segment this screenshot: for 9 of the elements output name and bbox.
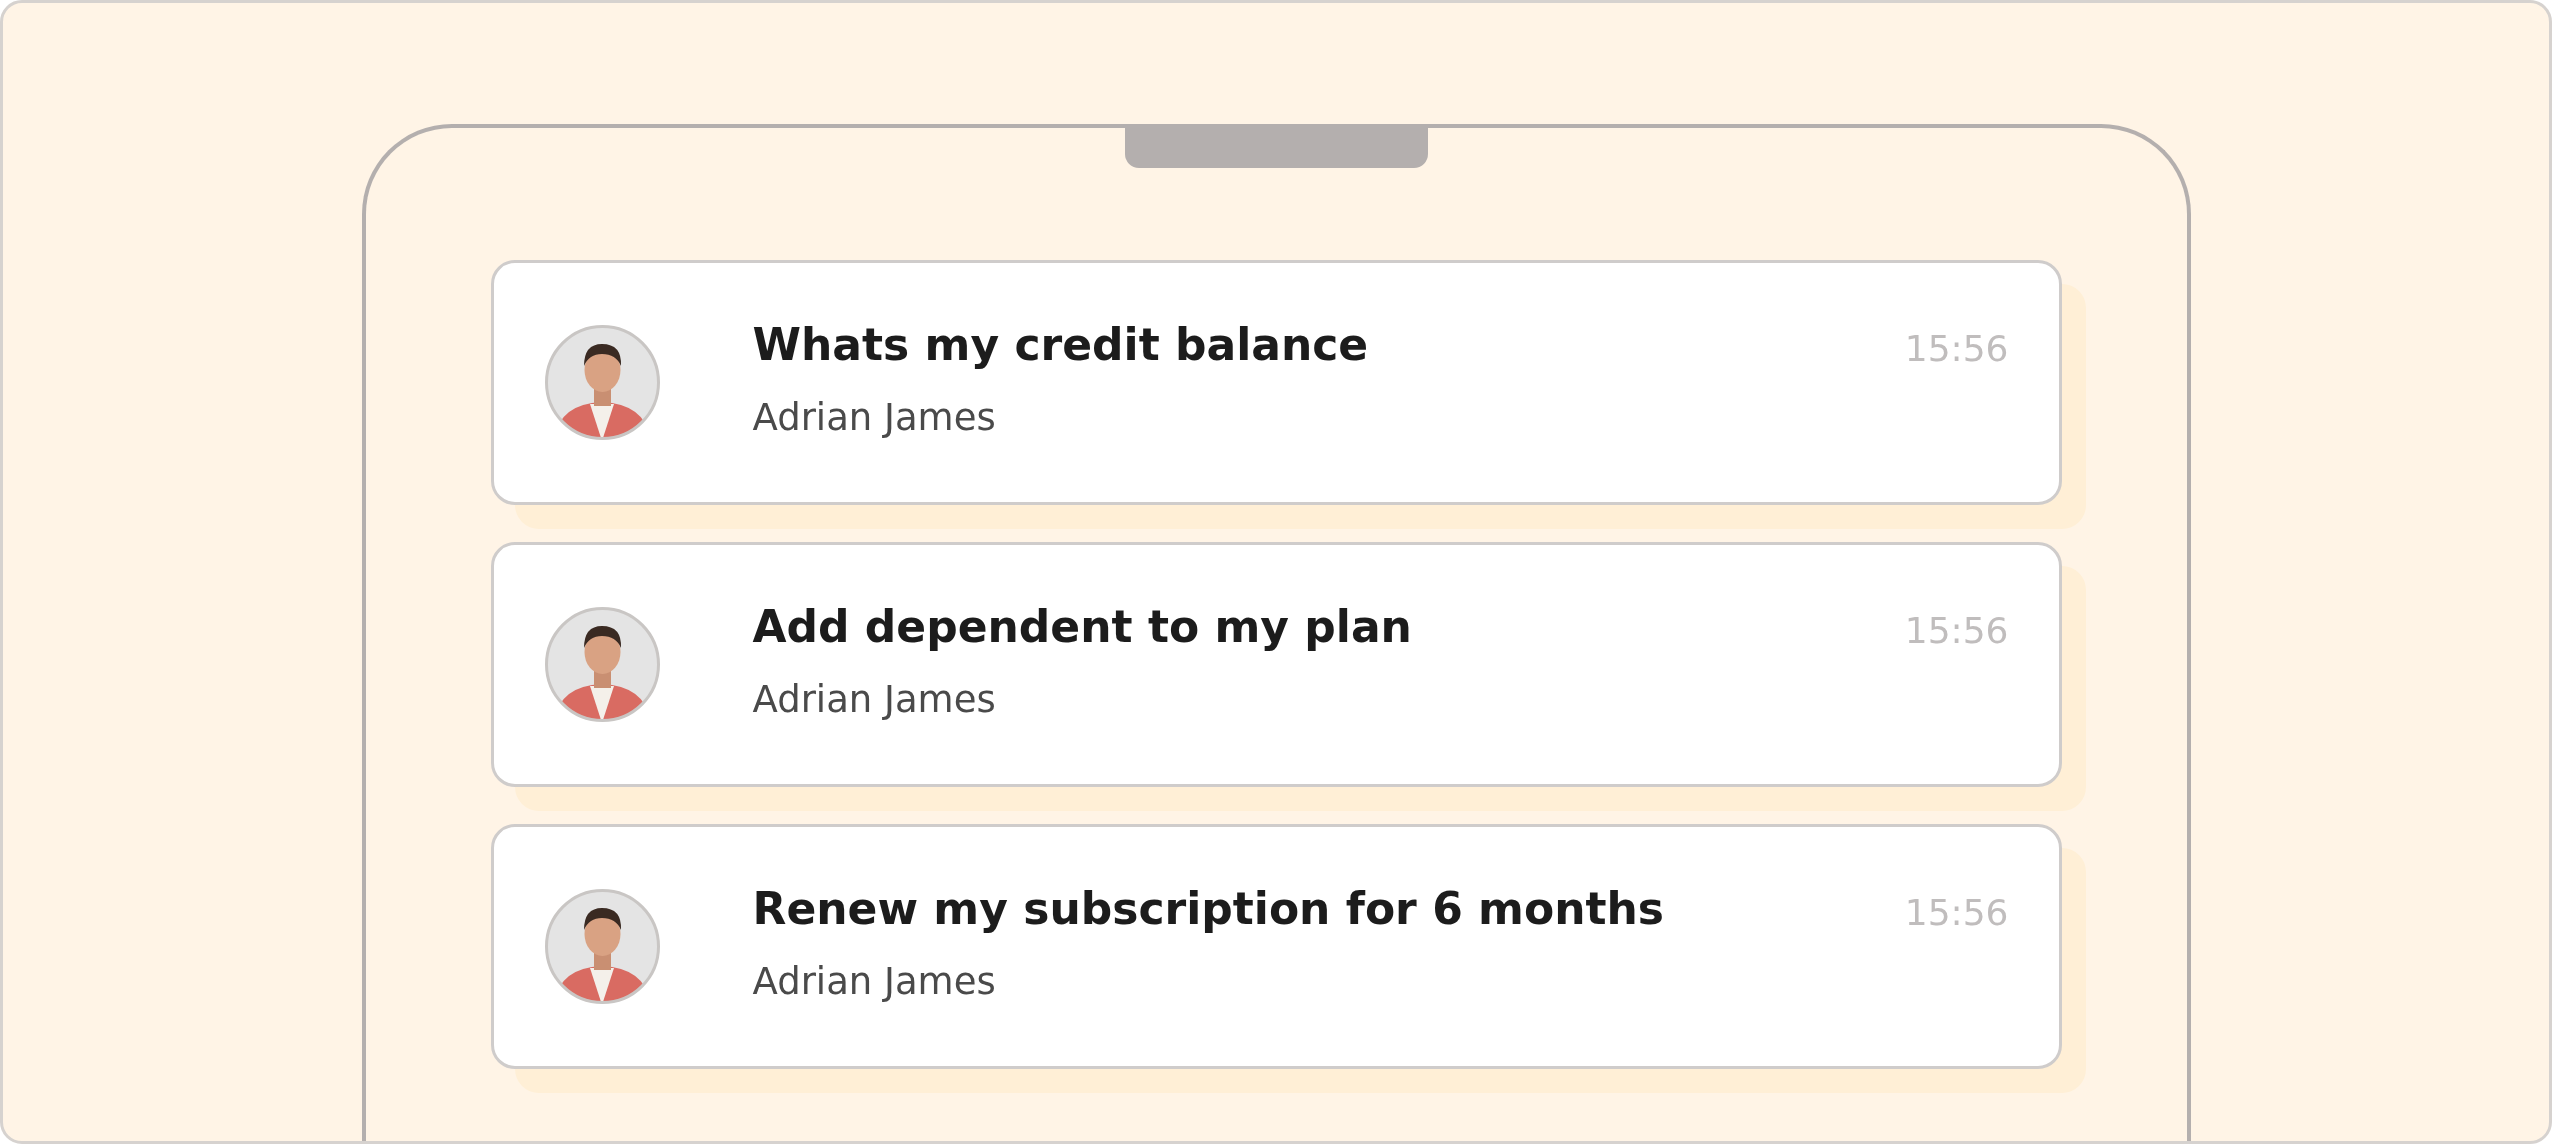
sender-name: Adrian James — [752, 959, 997, 1003]
notification-title: Whats my credit balance — [752, 318, 1370, 370]
notification-title: Add dependent to my plan — [752, 600, 1413, 652]
sender-name: Adrian James — [752, 395, 997, 439]
notification-time: 15:56 — [1904, 892, 2009, 933]
notification-time: 15:56 — [1904, 328, 2009, 369]
notification-time: 15:56 — [1904, 610, 2009, 651]
notification-title: Renew my subscription for 6 months — [752, 882, 1666, 934]
sender-name: Adrian James — [752, 677, 997, 721]
